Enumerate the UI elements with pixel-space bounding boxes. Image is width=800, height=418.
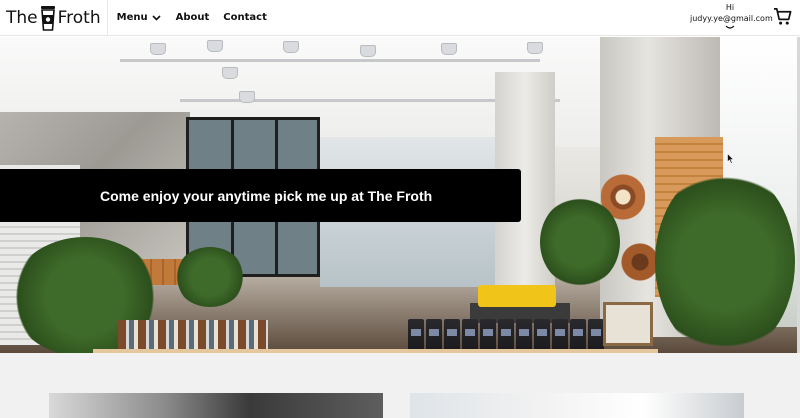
shopping-cart-icon[interactable] — [773, 7, 792, 26]
framed-sign — [603, 302, 653, 346]
ceiling-lamp — [239, 91, 255, 103]
brand-name-left: The — [6, 7, 38, 28]
ceiling-lamp — [283, 41, 299, 53]
sunburst-mirror — [620, 232, 660, 292]
mouse-cursor-icon — [727, 153, 734, 164]
user-email: judyy.ye@gmail.com — [690, 14, 773, 23]
ceiling-lamp — [441, 43, 457, 55]
ceiling-lamp — [207, 40, 223, 52]
chevron-down-icon — [725, 25, 735, 29]
coffee-bags — [408, 319, 604, 353]
brand-name-right: Froth — [57, 7, 101, 28]
hero-banner: Come enjoy your anytime pick me up at Th… — [0, 169, 521, 222]
hero-image: Come enjoy your anytime pick me up at Th… — [0, 37, 797, 353]
feature-card-image[interactable] — [410, 393, 744, 418]
plant — [175, 247, 245, 307]
feature-card-image[interactable] — [49, 393, 383, 418]
ceiling-lamp — [360, 45, 376, 57]
top-navbar: The Froth Menu About Contact Hi judyy.ye… — [0, 0, 800, 36]
espresso-machine — [478, 285, 556, 307]
nav-contact-link[interactable]: Contact — [223, 12, 267, 23]
nav-about-link[interactable]: About — [176, 12, 210, 23]
user-account-dropdown[interactable]: Hi judyy.ye@gmail.com — [690, 2, 773, 30]
user-greeting: Hi — [725, 3, 735, 12]
hero-tagline: Come enjoy your anytime pick me up at Th… — [100, 187, 433, 204]
nav-about-label: About — [175, 12, 210, 23]
coffee-cup-icon — [40, 5, 55, 31]
ceiling-lamp — [222, 67, 238, 79]
brand-logo[interactable]: The Froth — [0, 0, 108, 36]
ceiling-lamp — [150, 43, 166, 55]
nav-links: Menu About Contact — [117, 12, 267, 23]
nav-menu-label: Menu — [116, 12, 148, 23]
ceiling-lamp — [527, 42, 543, 54]
plant — [655, 167, 795, 353]
nav-menu-dropdown[interactable]: Menu — [117, 12, 161, 23]
ceiling-duct — [120, 59, 540, 62]
shelf-items — [118, 320, 268, 350]
nav-contact-label: Contact — [223, 12, 267, 23]
chevron-down-icon — [152, 14, 161, 21]
plant — [540, 197, 620, 287]
